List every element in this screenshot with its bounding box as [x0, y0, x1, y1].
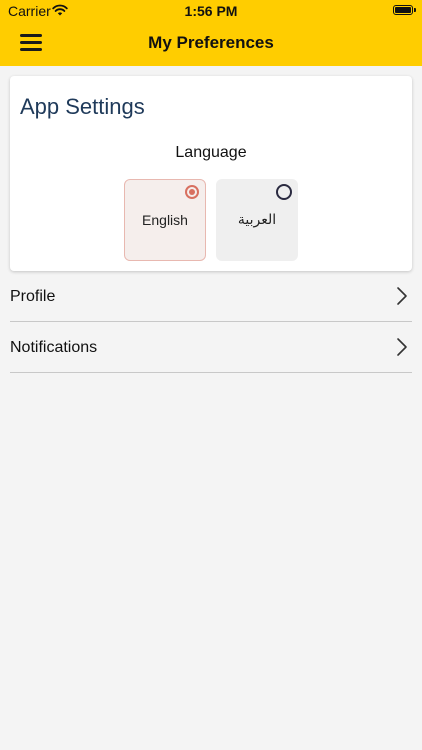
- language-option-label: العربية: [237, 211, 277, 227]
- battery-icon: [393, 5, 416, 15]
- status-bar: Carrier 1:56 PM: [0, 0, 422, 22]
- page-title: My Preferences: [148, 33, 274, 52]
- language-option-label: English: [142, 212, 188, 228]
- menu-item-label: Profile: [10, 288, 56, 305]
- status-time: 1:56 PM: [184, 3, 238, 19]
- chevron-right-icon: [397, 287, 407, 305]
- menu-item-label: Notifications: [10, 339, 98, 356]
- language-option-english[interactable]: English: [124, 179, 206, 261]
- app-settings-title: App Settings: [20, 94, 145, 119]
- radio-unselected-icon[interactable]: [276, 184, 292, 200]
- menu-item-profile[interactable]: Profile: [10, 272, 412, 322]
- app-settings-card: App Settings Language English العربية: [10, 76, 412, 271]
- radio-selected-icon[interactable]: [185, 185, 199, 199]
- chevron-right-icon: [397, 338, 407, 356]
- language-label: Language: [175, 144, 247, 161]
- language-option-arabic[interactable]: العربية: [216, 179, 298, 261]
- app-header: Carrier 1:56 PM My Preferences: [0, 0, 422, 66]
- menu-item-notifications[interactable]: Notifications: [10, 323, 412, 373]
